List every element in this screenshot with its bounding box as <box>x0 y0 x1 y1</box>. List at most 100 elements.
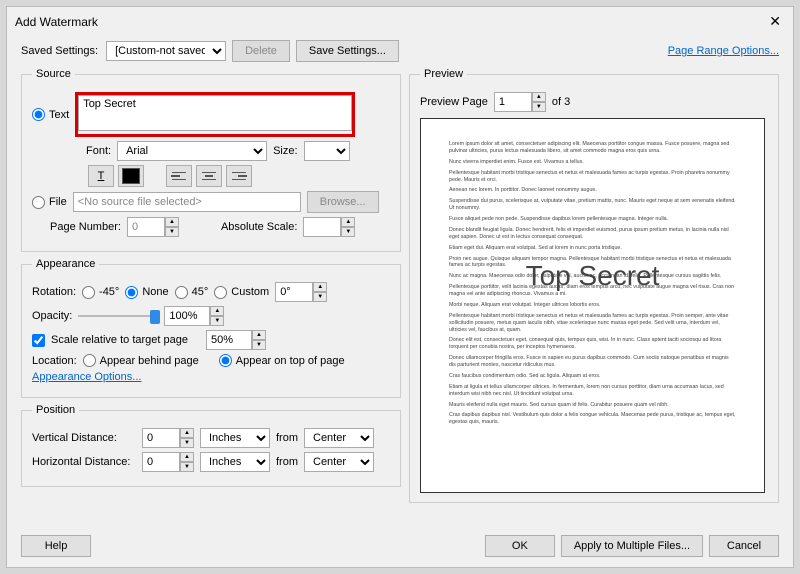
rot-custom-stepper[interactable]: ▲▼ <box>275 282 327 302</box>
save-settings-button[interactable]: Save Settings... <box>296 40 399 62</box>
appearance-options-link[interactable]: Appearance Options... <box>32 371 141 383</box>
chevron-up-icon[interactable]: ▲ <box>341 217 355 227</box>
chevron-up-icon[interactable]: ▲ <box>210 306 224 316</box>
chevron-up-icon[interactable]: ▲ <box>165 217 179 227</box>
align-center-icon[interactable] <box>196 165 222 187</box>
chevron-up-icon[interactable]: ▲ <box>252 330 266 340</box>
align-right-icon[interactable] <box>226 165 252 187</box>
rot-custom-label: Custom <box>231 286 269 298</box>
size-select[interactable] <box>304 141 350 161</box>
chevron-up-icon[interactable]: ▲ <box>180 452 194 462</box>
size-label: Size: <box>273 145 297 157</box>
vdist-unit-select[interactable]: Inches <box>200 428 270 448</box>
preview-of-label: of 3 <box>552 96 570 108</box>
top-row: Saved Settings: [Custom-not saved] Delet… <box>7 36 793 68</box>
chevron-up-icon[interactable]: ▲ <box>180 428 194 438</box>
rot-custom-input[interactable] <box>275 282 313 302</box>
page-number-input[interactable] <box>127 217 165 237</box>
page-number-label: Page Number: <box>50 221 121 233</box>
loc-top-radio[interactable] <box>219 354 232 367</box>
watermark-text-input[interactable] <box>78 95 352 131</box>
browse-button[interactable]: Browse... <box>307 191 379 213</box>
rot-custom-radio[interactable] <box>214 286 227 299</box>
vdist-label: Vertical Distance: <box>32 432 136 444</box>
titlebar: Add Watermark ✕ <box>7 7 793 36</box>
preview-box: Lorem ipsum dolor sit amet, consectetuer… <box>420 118 765 493</box>
text-input-highlight <box>75 92 355 137</box>
absolute-scale-label: Absolute Scale: <box>221 221 297 233</box>
apply-multiple-button[interactable]: Apply to Multiple Files... <box>561 535 703 557</box>
preview-page-input[interactable] <box>494 92 532 112</box>
saved-settings-label: Saved Settings: <box>21 45 98 57</box>
text-color-button[interactable] <box>118 165 144 187</box>
color-swatch-icon <box>122 168 140 184</box>
saved-settings-select[interactable]: [Custom-not saved] <box>106 41 226 61</box>
delete-button[interactable]: Delete <box>232 40 290 62</box>
chevron-down-icon[interactable]: ▼ <box>252 340 266 350</box>
chevron-up-icon[interactable]: ▲ <box>313 282 327 292</box>
dialog-title: Add Watermark <box>15 15 98 29</box>
vdist-input[interactable] <box>142 428 180 448</box>
scale-relative-stepper[interactable]: ▲▼ <box>206 330 266 350</box>
appearance-group: Appearance Rotation: -45° None 45° Custo… <box>21 258 401 398</box>
close-icon[interactable]: ✕ <box>765 13 785 30</box>
rot-m45-radio[interactable] <box>82 286 95 299</box>
page-range-options-link[interactable]: Page Range Options... <box>668 45 779 57</box>
loc-top-label: Appear on top of page <box>236 355 345 367</box>
chevron-up-icon[interactable]: ▲ <box>532 92 546 102</box>
chevron-down-icon[interactable]: ▼ <box>165 227 179 237</box>
chevron-down-icon[interactable]: ▼ <box>341 227 355 237</box>
loc-behind-radio[interactable] <box>83 354 96 367</box>
hdist-label: Horizontal Distance: <box>32 456 136 468</box>
opacity-label: Opacity: <box>32 310 72 322</box>
vdist-from-select[interactable]: Center <box>304 428 374 448</box>
rot-none-label: None <box>142 286 168 298</box>
help-button[interactable]: Help <box>21 535 91 557</box>
absolute-scale-input[interactable] <box>303 217 341 237</box>
hdist-from-select[interactable]: Center <box>304 452 374 472</box>
vdist-stepper[interactable]: ▲▼ <box>142 428 194 448</box>
appearance-legend: Appearance <box>32 258 99 270</box>
cancel-button[interactable]: Cancel <box>709 535 779 557</box>
text-radio[interactable] <box>32 108 45 121</box>
footer: Help OK Apply to Multiple Files... Cance… <box>21 535 779 557</box>
rotation-label: Rotation: <box>32 286 76 298</box>
hdist-input[interactable] <box>142 452 180 472</box>
from-label: from <box>276 456 298 468</box>
chevron-down-icon[interactable]: ▼ <box>532 102 546 112</box>
preview-page-stepper[interactable]: ▲▼ <box>494 92 546 112</box>
align-left-icon[interactable] <box>166 165 192 187</box>
rot-none-radio[interactable] <box>125 286 138 299</box>
add-watermark-dialog: Add Watermark ✕ Saved Settings: [Custom-… <box>6 6 794 568</box>
hdist-unit-select[interactable]: Inches <box>200 452 270 472</box>
scale-relative-checkbox[interactable] <box>32 334 45 347</box>
position-group: Position Vertical Distance: ▲▼ Inches fr… <box>21 404 401 487</box>
page-number-stepper[interactable]: ▲▼ <box>127 217 179 237</box>
source-group: Source Text Font: Arial Size: <box>21 68 401 252</box>
rot-m45-label: -45° <box>99 286 119 298</box>
watermark-preview-text: Top Secret <box>526 260 660 292</box>
source-legend: Source <box>32 68 75 80</box>
file-radio[interactable] <box>32 196 45 209</box>
opacity-stepper[interactable]: ▲▼ <box>164 306 224 326</box>
font-select[interactable]: Arial <box>117 141 267 161</box>
chevron-down-icon[interactable]: ▼ <box>180 462 194 472</box>
opacity-slider[interactable] <box>78 309 158 323</box>
underline-icon[interactable]: T <box>88 165 114 187</box>
ok-button[interactable]: OK <box>485 535 555 557</box>
hdist-stepper[interactable]: ▲▼ <box>142 452 194 472</box>
position-legend: Position <box>32 404 79 416</box>
preview-group: Preview Preview Page ▲▼ of 3 Lorem ipsum… <box>409 68 779 503</box>
scale-relative-input[interactable] <box>206 330 252 350</box>
scale-relative-label: Scale relative to target page <box>51 334 188 346</box>
file-path-input[interactable] <box>73 192 301 212</box>
rot-45-label: 45° <box>192 286 209 298</box>
chevron-down-icon[interactable]: ▼ <box>210 316 224 326</box>
text-radio-label: Text <box>49 109 69 121</box>
location-label: Location: <box>32 355 77 367</box>
absolute-scale-stepper[interactable]: ▲▼ <box>303 217 355 237</box>
opacity-input[interactable] <box>164 306 210 326</box>
chevron-down-icon[interactable]: ▼ <box>180 438 194 448</box>
rot-45-radio[interactable] <box>175 286 188 299</box>
chevron-down-icon[interactable]: ▼ <box>313 292 327 302</box>
